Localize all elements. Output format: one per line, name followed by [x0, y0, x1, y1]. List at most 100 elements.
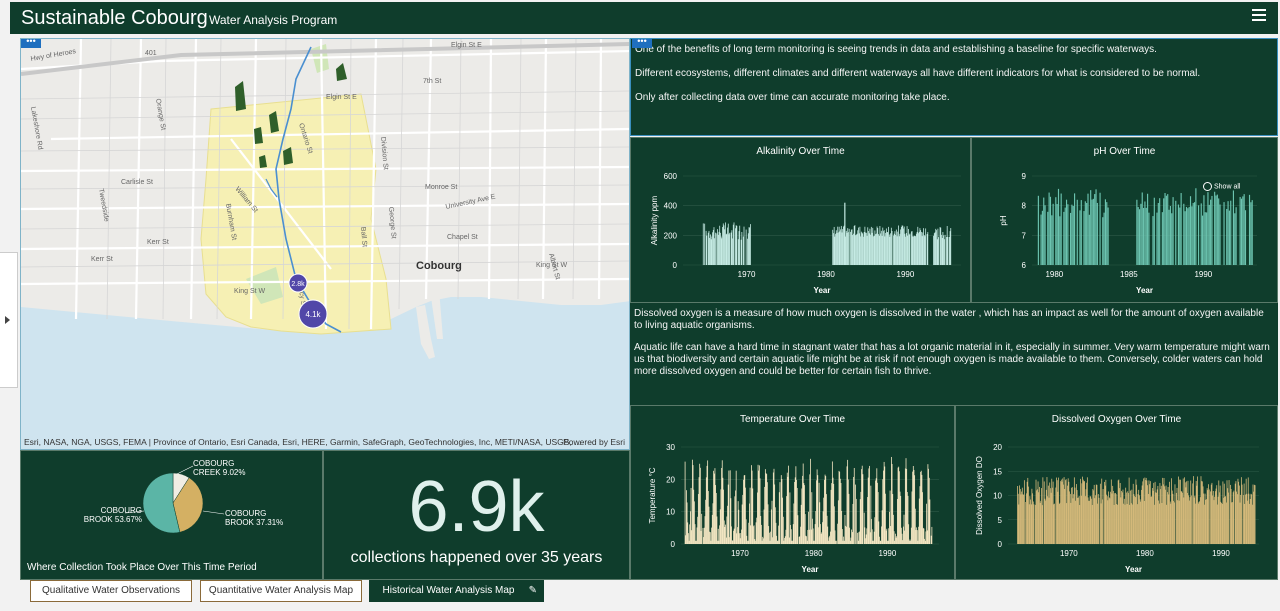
tab-quantitative[interactable]: Quantitative Water Analysis Map	[200, 580, 362, 602]
data-bar	[1049, 482, 1051, 544]
ph-chart-panel: pH Over Time 6 7 8 9 1980 1985 1990 Year pH Show…	[971, 137, 1278, 303]
data-bar	[877, 228, 879, 265]
data-bar	[835, 233, 836, 265]
powered-by-esri[interactable]: Powered by Esri	[563, 437, 625, 447]
data-bar	[1166, 504, 1168, 544]
data-bar	[1057, 188, 1060, 265]
data-bar	[727, 223, 729, 265]
data-bar	[1203, 195, 1205, 265]
data-bar	[1060, 479, 1062, 544]
data-bar	[743, 226, 745, 265]
side-panel-toggle[interactable]	[0, 252, 18, 388]
data-bar	[1019, 488, 1021, 544]
text-options-button[interactable]: •••	[632, 37, 652, 48]
data-bar	[1147, 193, 1149, 265]
tab-qualitative[interactable]: Qualitative Water Observations	[30, 580, 192, 602]
data-bar	[1208, 484, 1209, 544]
cluster-2.8k[interactable]: 2.8k	[288, 273, 308, 293]
map-view[interactable]: 401 Hwy of Heroes Elgin St E Elgin St E …	[20, 38, 630, 450]
data-bar	[1148, 212, 1150, 265]
data-bar	[869, 228, 871, 265]
data-bar	[1196, 485, 1198, 544]
data-bar	[1137, 494, 1139, 544]
data-bar	[943, 239, 945, 265]
x-tick-label: 1980	[817, 270, 835, 279]
data-bar	[1214, 191, 1216, 265]
data-bar	[1137, 207, 1139, 265]
data-bar	[941, 234, 942, 265]
data-bar	[720, 236, 722, 265]
data-bar	[723, 225, 725, 265]
data-bar	[1204, 212, 1206, 265]
data-bar	[1089, 496, 1091, 544]
data-bar	[884, 236, 886, 265]
data-bar	[1029, 496, 1031, 544]
data-bar	[1039, 502, 1041, 544]
data-bar	[907, 235, 909, 265]
app-subtitle: Water Analysis Program	[209, 13, 338, 27]
data-bar	[1211, 195, 1213, 265]
data-bar	[895, 234, 897, 265]
pencil-icon[interactable]: ✎	[529, 581, 537, 601]
data-bar	[1215, 488, 1217, 544]
data-bar	[1141, 485, 1143, 544]
data-bar	[1235, 481, 1237, 544]
data-bar	[1201, 481, 1203, 544]
show-all-button[interactable]: Show all	[1203, 182, 1240, 191]
data-bar	[1027, 477, 1029, 544]
hamburger-menu-icon[interactable]	[1252, 9, 1266, 23]
data-bar	[856, 233, 858, 265]
data-bar	[1252, 484, 1254, 544]
data-bar	[929, 499, 931, 544]
data-bar	[747, 238, 748, 265]
data-bar	[732, 224, 734, 265]
oxygen-chart[interactable]: 0 5 10 15 20 1970 1980 1990 Year Dissolved Oxygen…	[956, 406, 1279, 581]
data-bar	[1128, 493, 1129, 544]
data-bar	[1171, 213, 1173, 265]
tab-historical-label: Historical Water Analysis Map	[382, 585, 515, 596]
data-bar	[1183, 203, 1185, 265]
data-bar	[717, 234, 719, 265]
data-bar	[1084, 496, 1086, 544]
temperature-chart[interactable]: 0 10 20 30 1970 1980 1990 Year Temperature °C	[631, 406, 956, 581]
ph-chart[interactable]: 6 7 8 9 1980 1985 1990 Year pH	[972, 138, 1279, 304]
collection-pie-panel: COBOURG CREEK 9.02% COBOURG BROOK 37.31% C…	[20, 450, 323, 580]
data-bar	[1169, 501, 1171, 544]
map-options-button[interactable]: •••	[21, 37, 41, 48]
data-bar	[1051, 478, 1053, 544]
data-bar	[911, 231, 913, 265]
tab-historical[interactable]: Historical Water Analysis Map ✎	[369, 580, 544, 602]
data-bar	[712, 229, 714, 265]
data-bar	[1156, 212, 1158, 265]
pie-label: COBOURG CREEK 9.02%	[193, 459, 246, 477]
data-bar	[1040, 214, 1042, 265]
data-bar	[883, 230, 885, 265]
data-bar	[1219, 492, 1220, 544]
data-bar	[1094, 194, 1096, 265]
data-bar	[725, 222, 726, 265]
alkalinity-chart[interactable]: 0 200 400 600 1970 1980 1990 Year Alkalinity ppm	[631, 138, 972, 304]
data-bar	[1049, 196, 1052, 265]
map-label-orange: Orange St	[154, 98, 166, 131]
data-bar	[1213, 500, 1215, 544]
data-bar	[901, 225, 903, 265]
data-bar	[1135, 479, 1137, 544]
data-bar	[1058, 477, 1059, 544]
data-bar	[1147, 485, 1148, 544]
data-bar	[1156, 489, 1158, 544]
cluster-4.1k[interactable]: 4.1k	[298, 299, 328, 329]
map-canvas[interactable]: 401 Hwy of Heroes Elgin St E Elgin St E …	[21, 39, 630, 450]
data-bar	[859, 226, 861, 265]
data-bar	[870, 234, 872, 265]
data-bar	[1095, 484, 1097, 544]
data-bar	[1138, 209, 1141, 265]
data-bar	[1044, 205, 1046, 265]
data-bar	[837, 226, 839, 265]
data-bar	[1123, 498, 1125, 544]
data-bar	[1165, 485, 1167, 544]
y-tick-label: 30	[666, 443, 675, 452]
data-bar	[1091, 498, 1092, 544]
data-bar	[1173, 500, 1175, 544]
data-bar	[1119, 488, 1120, 544]
data-bar	[1228, 480, 1230, 544]
